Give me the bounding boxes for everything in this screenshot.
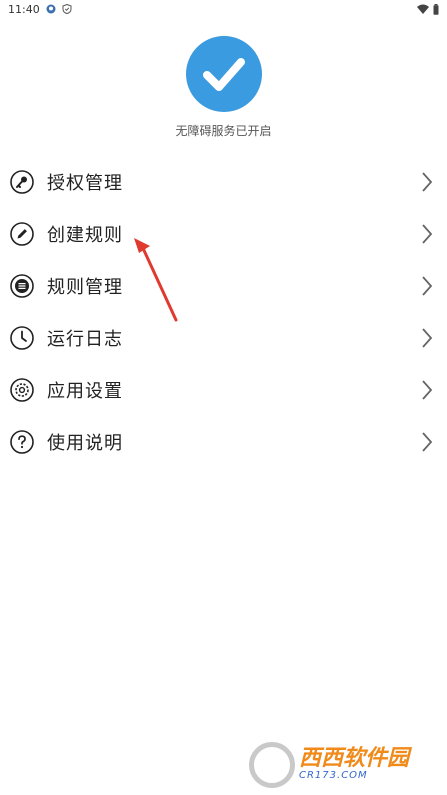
- menu-item-label: 应用设置: [47, 381, 123, 402]
- gear-icon: [10, 378, 34, 402]
- menu-item-label: 运行日志: [47, 329, 123, 350]
- chevron-right-icon: [422, 276, 433, 296]
- status-left: 11:40: [8, 3, 72, 16]
- main-menu: 授权管理 创建规则 规则管理 运行日志 应用设置 使用说明: [0, 156, 447, 468]
- chevron-right-icon: [422, 172, 433, 192]
- chevron-right-icon: [422, 432, 433, 452]
- service-enabled-badge: [185, 36, 262, 112]
- battery-icon: [433, 3, 439, 15]
- menu-item-run-log[interactable]: 运行日志: [0, 312, 447, 364]
- shield-icon: [62, 4, 72, 14]
- watermark-brand: 西西软件园: [299, 746, 410, 771]
- menu-item-label: 规则管理: [47, 277, 123, 298]
- checkmark-icon: [202, 58, 245, 91]
- menu-item-label: 创建规则: [47, 225, 123, 246]
- watermark-site: CR173.COM: [299, 770, 368, 781]
- service-status-text: 无障碍服务已开启: [175, 124, 272, 138]
- menu-item-create-rule[interactable]: 创建规则: [0, 208, 447, 260]
- help-icon: [10, 430, 34, 454]
- notification-app-icon: [46, 4, 56, 14]
- clock-icon: [10, 326, 34, 350]
- watermark-circle-icon: [249, 742, 295, 788]
- wifi-icon: [417, 4, 429, 14]
- menu-item-label: 使用说明: [47, 433, 123, 454]
- watermark-logo: 西西软件园 CR173.COM: [249, 741, 439, 789]
- key-icon: [10, 170, 34, 194]
- menu-item-instructions[interactable]: 使用说明: [0, 416, 447, 468]
- watermark-text: 西西软件园 CR173.COM: [299, 748, 409, 782]
- chevron-right-icon: [422, 224, 433, 244]
- menu-item-app-settings[interactable]: 应用设置: [0, 364, 447, 416]
- list-icon: [10, 274, 34, 298]
- menu-item-authorization[interactable]: 授权管理: [0, 156, 447, 208]
- menu-item-rule-management[interactable]: 规则管理: [0, 260, 447, 312]
- hero-section: 无障碍服务已开启: [0, 36, 447, 139]
- status-right: [417, 3, 439, 15]
- pencil-icon: [10, 222, 34, 246]
- status-time: 11:40: [8, 2, 40, 16]
- chevron-right-icon: [422, 380, 433, 400]
- menu-item-label: 授权管理: [47, 173, 123, 194]
- status-bar: 11:40: [0, 0, 447, 18]
- chevron-right-icon: [422, 328, 433, 348]
